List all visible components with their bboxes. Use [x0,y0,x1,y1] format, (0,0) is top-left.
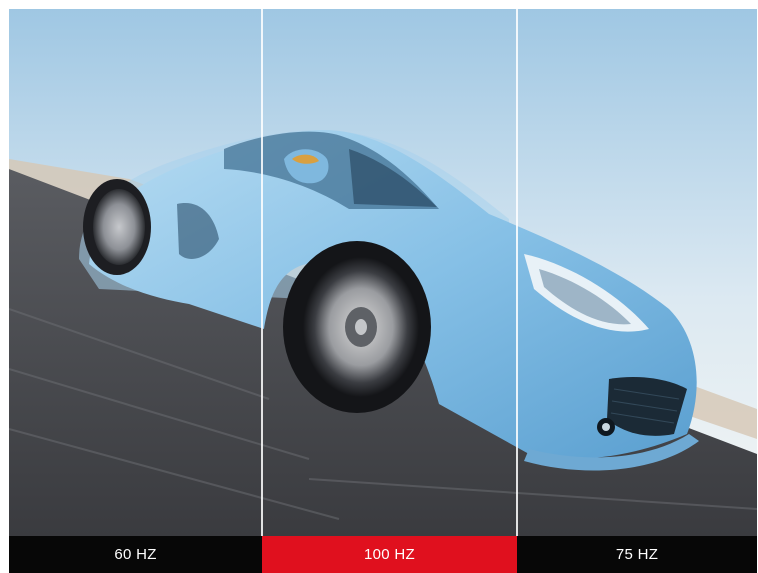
label-60hz: 60 HZ [9,536,262,573]
divider-right [516,9,518,536]
label-100hz: 100 HZ [262,536,517,573]
label-75hz-text: 75 HZ [615,546,659,563]
label-60hz-text: 60 HZ [114,546,157,563]
refresh-rate-label-bar: 60 HZ 100 HZ 75 HZ [9,536,757,573]
rear-wheel [83,179,151,275]
comparison-frame: 60 HZ 100 HZ 75 HZ [9,9,757,573]
car-scene [9,9,757,536]
divider-left [261,9,263,536]
label-100hz-text: 100 HZ [364,546,415,563]
label-75hz: 75 HZ [517,536,757,573]
front-wheel [283,241,431,413]
